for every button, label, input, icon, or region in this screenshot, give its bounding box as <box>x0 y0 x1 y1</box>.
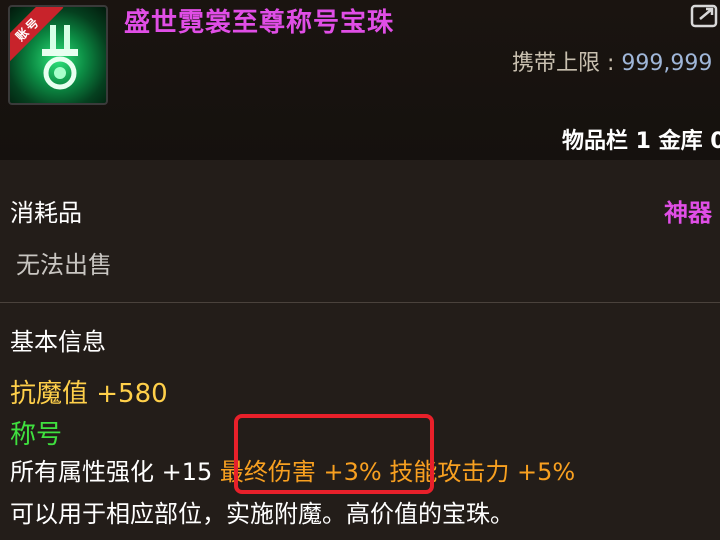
item-icon: 账号 <box>8 5 108 105</box>
item-description: 可以用于相应部位，实施附魔。高价值的宝珠。 <box>10 500 514 528</box>
section-title: 基本信息 <box>10 328 106 356</box>
carry-limit-value: 999,999 <box>621 51 713 76</box>
carry-limit-label: 携带上限 : <box>512 51 622 76</box>
item-tooltip: 账号 盛世霓裳至尊称号宝珠 携带上限 : 999,999 物品栏 1 金库 0 … <box>0 0 720 540</box>
item-category: 消耗品 <box>10 199 82 227</box>
item-title: 盛世霓裳至尊称号宝珠 <box>124 8 395 38</box>
divider <box>0 302 720 303</box>
storage-count: 物品栏 1 金库 0 <box>562 129 720 154</box>
resist-stat: 抗魔值 +580 <box>10 379 168 409</box>
tooltip-header: 账号 盛世霓裳至尊称号宝珠 携带上限 : 999,999 物品栏 1 金库 0 <box>0 0 720 160</box>
item-grade: 神器 <box>664 199 712 227</box>
stat-all-attributes: 所有属性强化 +15 <box>10 458 220 486</box>
title-orb-medal-icon <box>42 25 78 90</box>
carry-limit: 携带上限 : 999,999 <box>512 45 712 77</box>
share-icon[interactable] <box>690 4 720 28</box>
sell-status: 无法出售 <box>16 251 112 279</box>
annotation-highlight-box <box>234 414 434 494</box>
title-tag: 称号 <box>10 420 63 450</box>
